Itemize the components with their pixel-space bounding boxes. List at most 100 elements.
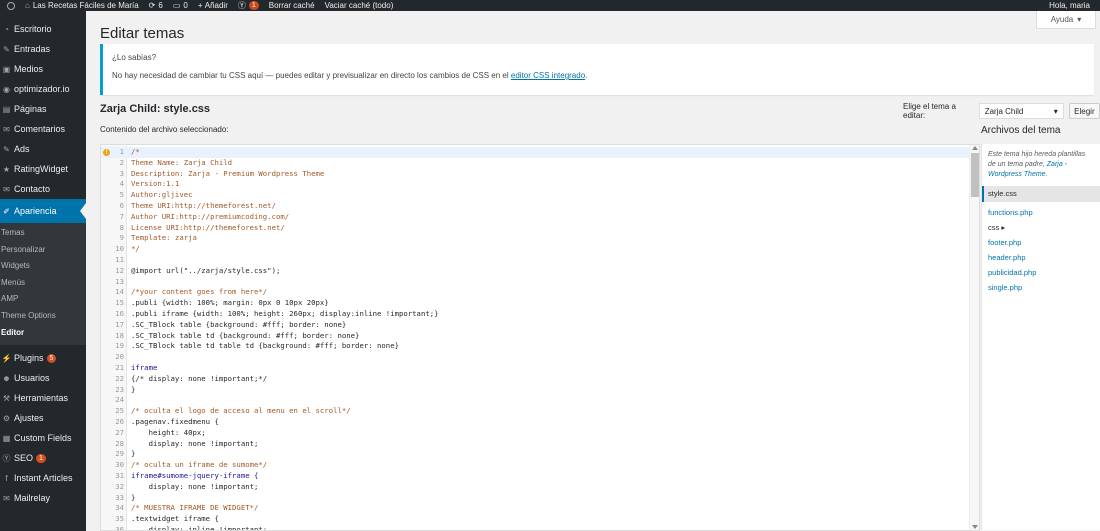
code-line[interactable]: 29} [101, 449, 970, 460]
menu-item-apariencia[interactable]: ✐ Apariencia [0, 199, 86, 223]
code-line[interactable]: 8 License URI:http://themeforest.net/ [101, 223, 970, 234]
code-line[interactable]: 6 Theme URI:http://themeforest.net/ [101, 201, 970, 212]
file-item-functions-php[interactable]: functions.php [982, 205, 1100, 220]
code-line[interactable]: 18 .SC_TBlock table td {background: #fff;… [101, 331, 970, 342]
code-line[interactable]: 9 Template: zarja [101, 233, 970, 244]
code-line[interactable]: 33} [101, 493, 970, 504]
submenu-item-temas[interactable]: Temas [0, 225, 86, 242]
line-number: 17 [115, 319, 124, 329]
menu-item-mailrelay[interactable]: ✉ Mailrelay [0, 488, 86, 508]
submenu-item-personalizar[interactable]: Personalizar [0, 242, 86, 259]
updates-link[interactable]: ⟳ 6 [144, 0, 168, 11]
code-line[interactable]: 11 [101, 255, 970, 266]
submenu-item-menus[interactable]: Menús [0, 275, 86, 292]
menu-item-comentarios[interactable]: ✉ Comentarios [0, 119, 86, 139]
code-line[interactable]: 19 .SC_TBlock table td table td {backgrou… [101, 341, 970, 352]
code-line[interactable]: 15 .publi {width: 100%; margin: 0px 0 10p… [101, 298, 970, 309]
menu-item-paginas[interactable]: ▤ Páginas [0, 99, 86, 119]
code-line[interactable]: 20 [101, 352, 970, 363]
scroll-down-icon[interactable] [972, 525, 978, 529]
menu-item-label: Páginas [14, 104, 47, 114]
user-greeting[interactable]: Hola, maria [1044, 0, 1100, 11]
menu-item-contacto[interactable]: ✉ Contacto [0, 179, 86, 199]
menu-item-entradas[interactable]: ✎ Entradas [0, 39, 86, 59]
code-line[interactable]: 3 Description: Zarja - Premium Wordpress … [101, 169, 970, 180]
code-line[interactable]: 13 [101, 277, 970, 288]
menu-item-herramientas[interactable]: ⚒ Herramientas [0, 388, 86, 408]
line-number: 2 [119, 157, 124, 167]
site-name-link[interactable]: ⌂ Las Recetas Fáciles de María [20, 0, 144, 11]
code-line[interactable]: 12 @import url("../zarja/style.css"); [101, 266, 970, 277]
code-text: display: inline !important; [131, 524, 268, 531]
code-line[interactable]: 17 .SC_TBlock table {background: #fff; bo… [101, 320, 970, 331]
submenu-item-theme-options[interactable]: Theme Options [0, 308, 86, 325]
code-text: .textwidget iframe { [131, 514, 219, 524]
file-item-style-css[interactable]: style.css [982, 186, 1100, 202]
comments-link[interactable]: ▭ 0 [168, 0, 193, 11]
code-line[interactable]: 22 {/* display: none !important;*/ [101, 374, 970, 385]
scrollbar-thumb[interactable] [971, 153, 979, 197]
file-item-header-php[interactable]: header.php [982, 250, 1100, 265]
line-number: 22 [115, 373, 124, 383]
menu-item-usuarios[interactable]: ☻ Usuarios [0, 368, 86, 388]
code-line[interactable]: 30 /* oculta un iframe de sumome*/ [101, 460, 970, 471]
code-line[interactable]: 27 height: 40px; [101, 428, 970, 439]
menu-item-ads[interactable]: ✎ Ads [0, 139, 86, 159]
folder-item-css[interactable]: css ▸ [982, 220, 1100, 235]
line-number: 9 [119, 233, 124, 243]
warning-icon[interactable]: ! [103, 148, 110, 156]
clear-cache-link[interactable]: Borrar caché [264, 0, 320, 11]
editor-scrollbar[interactable] [969, 145, 979, 530]
help-tab-button[interactable]: Ayuda ▾ [1036, 11, 1096, 29]
line-number: 31 [115, 470, 124, 480]
file-item-footer-php[interactable]: footer.php [982, 235, 1100, 250]
theme-select[interactable]: Zarja Child ▾ [978, 103, 1064, 119]
code-line[interactable]: 21 iframe [101, 363, 970, 374]
code-line[interactable]: 34 /* MUESTRA IFRAME DE WIDGET*/ [101, 503, 970, 514]
choose-theme-button[interactable]: Elegir [1068, 103, 1100, 119]
file-item-publicidad-php[interactable]: publicidad.php [982, 265, 1100, 280]
code-line[interactable]: 35 .textwidget iframe { [101, 514, 970, 525]
new-content-link[interactable]: + Añadir [193, 0, 233, 11]
css-editor-link[interactable]: editor CSS integrado [511, 71, 585, 80]
menu-item-custom-fields[interactable]: ▦ Custom Fields [0, 428, 86, 448]
submenu-item-editor[interactable]: Editor [0, 325, 86, 342]
menu-item-label: Medios [14, 64, 44, 74]
code-line[interactable]: 31 iframe#sumome-jquery-iframe { [101, 471, 970, 482]
code-line[interactable]: 10 */ [101, 244, 970, 255]
wordpress-logo-icon[interactable] [0, 0, 20, 11]
code-line[interactable]: 24 [101, 395, 970, 406]
code-line[interactable]: ! 16 .publi iframe {width: 100%; height: 2… [101, 148, 970, 320]
code-line[interactable]: 36 display: inline !important; [101, 524, 970, 531]
user-icon: ☻ [2, 373, 11, 383]
code-line[interactable]: 32 display: none !important; [101, 482, 970, 493]
submenu-item-widgets[interactable]: Widgets [0, 258, 86, 275]
code-line[interactable]: 25 /* oculta el logo de acceso al menu en… [101, 406, 970, 417]
submenu-item-amp[interactable]: AMP [0, 291, 86, 308]
code-line[interactable]: 26 .pagenav.fixedmenu { [101, 417, 970, 428]
menu-item-escritorio[interactable]: ◔ Escritorio [0, 19, 86, 39]
file-item-single-php[interactable]: single.php [982, 280, 1100, 295]
menu-item-seo[interactable]: Ⓨ SEO 1 [0, 448, 86, 468]
code-line[interactable]: 23} [101, 385, 970, 396]
code-line[interactable]: 4 Version:1.1 [101, 179, 970, 190]
yoast-link[interactable]: Ⓨ 1 [233, 0, 264, 11]
code-line[interactable]: 5 Author:gljivec [101, 190, 970, 201]
empty-cache-link[interactable]: Vaciar caché (todo) [320, 0, 399, 11]
code-lines[interactable]: 1/* 2 Theme Name: Zarja Child 3 Description:… [101, 147, 970, 531]
theme-files-title: Archivos del tema [981, 125, 1061, 136]
code-line[interactable]: 14 /*your content goes from here*/ [101, 287, 970, 298]
scroll-up-icon[interactable] [972, 146, 978, 150]
caret-down-icon: ▾ [1077, 15, 1082, 24]
code-editor[interactable]: 1/* 2 Theme Name: Zarja Child 3 Description:… [100, 144, 980, 531]
menu-item-ajustes[interactable]: ⚙ Ajustes [0, 408, 86, 428]
menu-item-optimizador-io[interactable]: ◉ optimizador.io [0, 79, 86, 99]
code-line[interactable]: 1/* [101, 147, 970, 158]
menu-item-plugins[interactable]: ⚡ Plugins 5 [0, 348, 86, 368]
menu-item-medios[interactable]: ▣ Medios [0, 59, 86, 79]
menu-item-instant-articles[interactable]: f Instant Articles [0, 468, 86, 488]
code-line[interactable]: 7 Author URI:http://premiumcoding.com/ [101, 212, 970, 223]
code-line[interactable]: 28 display: none !important; [101, 439, 970, 450]
code-line[interactable]: 2 Theme Name: Zarja Child [101, 158, 970, 169]
menu-item-ratingwidget[interactable]: ★ RatingWidget [0, 159, 86, 179]
